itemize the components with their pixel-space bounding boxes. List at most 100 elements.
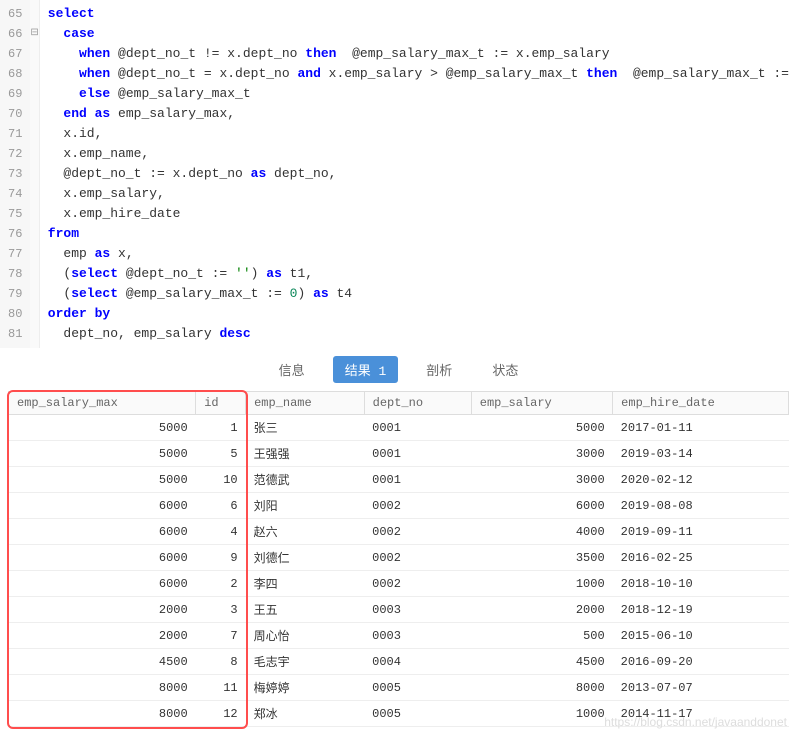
cell-emp_salary[interactable]: 3500 <box>471 545 612 571</box>
cell-emp_salary[interactable]: 3000 <box>471 467 612 493</box>
cell-emp_name[interactable]: 李四 <box>246 571 365 597</box>
cell-emp_name[interactable]: 周心怡 <box>246 623 365 649</box>
cell-dept_no[interactable]: 0003 <box>364 623 471 649</box>
fold-toggle[interactable]: ⊟ <box>30 24 38 44</box>
column-header-emp_hire_date[interactable]: emp_hire_date <box>613 392 789 415</box>
tab-状态[interactable]: 状态 <box>480 356 530 383</box>
cell-id[interactable]: 10 <box>196 467 246 493</box>
table-row[interactable]: 20007周心怡00035002015-06-10 <box>9 623 789 649</box>
cell-id[interactable]: 5 <box>196 441 246 467</box>
table-row[interactable]: 60004赵六000240002019-09-11 <box>9 519 789 545</box>
cell-emp_salary_max[interactable]: 8000 <box>9 675 196 701</box>
cell-dept_no[interactable]: 0001 <box>364 415 471 441</box>
cell-emp_salary_max[interactable]: 6000 <box>9 545 196 571</box>
code-line[interactable]: x.emp_salary, <box>40 184 797 204</box>
code-content[interactable]: select case when @dept_no_t != x.dept_no… <box>40 0 797 348</box>
cell-emp_salary[interactable]: 4500 <box>471 649 612 675</box>
cell-emp_salary[interactable]: 6000 <box>471 493 612 519</box>
cell-dept_no[interactable]: 0005 <box>364 675 471 701</box>
table-row[interactable]: 60006刘阳000260002019-08-08 <box>9 493 789 519</box>
cell-emp_hire_date[interactable]: 2016-09-20 <box>613 649 789 675</box>
cell-dept_no[interactable]: 0002 <box>364 493 471 519</box>
table-row[interactable]: 50005王强强000130002019-03-14 <box>9 441 789 467</box>
table-row[interactable]: 500010范德武000130002020-02-12 <box>9 467 789 493</box>
cell-dept_no[interactable]: 0005 <box>364 701 471 727</box>
cell-emp_salary[interactable]: 4000 <box>471 519 612 545</box>
code-line[interactable]: from <box>40 224 797 244</box>
cell-emp_name[interactable]: 梅婷婷 <box>246 675 365 701</box>
cell-dept_no[interactable]: 0003 <box>364 597 471 623</box>
cell-emp_hire_date[interactable]: 2019-09-11 <box>613 519 789 545</box>
table-row[interactable]: 60002李四000210002018-10-10 <box>9 571 789 597</box>
cell-id[interactable]: 1 <box>196 415 246 441</box>
cell-emp_name[interactable]: 刘德仁 <box>246 545 365 571</box>
column-header-emp_salary_max[interactable]: emp_salary_max <box>9 392 196 415</box>
table-row[interactable]: 800011梅婷婷000580002013-07-07 <box>9 675 789 701</box>
cell-dept_no[interactable]: 0001 <box>364 467 471 493</box>
tab-信息[interactable]: 信息 <box>267 356 317 383</box>
cell-id[interactable]: 12 <box>196 701 246 727</box>
cell-emp_salary_max[interactable]: 5000 <box>9 415 196 441</box>
cell-emp_name[interactable]: 毛志宇 <box>246 649 365 675</box>
cell-dept_no[interactable]: 0002 <box>364 545 471 571</box>
table-row[interactable]: 50001张三000150002017-01-11 <box>9 415 789 441</box>
code-line[interactable]: x.id, <box>40 124 797 144</box>
cell-emp_salary_max[interactable]: 8000 <box>9 701 196 727</box>
table-row[interactable]: 60009刘德仁000235002016-02-25 <box>9 545 789 571</box>
table-row[interactable]: 20003王五000320002018-12-19 <box>9 597 789 623</box>
code-line[interactable]: (select @dept_no_t := '') as t1, <box>40 264 797 284</box>
cell-emp_name[interactable]: 刘阳 <box>246 493 365 519</box>
cell-id[interactable]: 7 <box>196 623 246 649</box>
cell-emp_salary[interactable]: 500 <box>471 623 612 649</box>
cell-emp_salary_max[interactable]: 6000 <box>9 571 196 597</box>
cell-id[interactable]: 4 <box>196 519 246 545</box>
cell-emp_name[interactable]: 张三 <box>246 415 365 441</box>
fold-column[interactable]: ⊟ <box>30 0 39 348</box>
cell-emp_name[interactable]: 王五 <box>246 597 365 623</box>
cell-dept_no[interactable]: 0001 <box>364 441 471 467</box>
code-line[interactable]: when @dept_no_t = x.dept_no and x.emp_sa… <box>40 64 797 84</box>
cell-id[interactable]: 6 <box>196 493 246 519</box>
table-row[interactable]: 45008毛志宇000445002016-09-20 <box>9 649 789 675</box>
cell-id[interactable]: 3 <box>196 597 246 623</box>
cell-emp_name[interactable]: 王强强 <box>246 441 365 467</box>
cell-emp_salary[interactable]: 5000 <box>471 415 612 441</box>
cell-emp_name[interactable]: 赵六 <box>246 519 365 545</box>
cell-emp_name[interactable]: 范德武 <box>246 467 365 493</box>
code-editor[interactable]: 6566676869707172737475767778798081 ⊟ sel… <box>0 0 797 348</box>
cell-dept_no[interactable]: 0002 <box>364 571 471 597</box>
cell-emp_salary_max[interactable]: 6000 <box>9 493 196 519</box>
column-header-dept_no[interactable]: dept_no <box>364 392 471 415</box>
cell-emp_salary_max[interactable]: 2000 <box>9 623 196 649</box>
code-line[interactable]: emp as x, <box>40 244 797 264</box>
code-line[interactable]: end as emp_salary_max, <box>40 104 797 124</box>
cell-id[interactable]: 11 <box>196 675 246 701</box>
column-header-id[interactable]: id <box>196 392 246 415</box>
cell-emp_hire_date[interactable]: 2019-03-14 <box>613 441 789 467</box>
code-line[interactable]: @dept_no_t := x.dept_no as dept_no, <box>40 164 797 184</box>
code-line[interactable]: dept_no, emp_salary desc <box>40 324 797 344</box>
cell-emp_salary_max[interactable]: 4500 <box>9 649 196 675</box>
cell-emp_salary_max[interactable]: 6000 <box>9 519 196 545</box>
cell-emp_hire_date[interactable]: 2016-02-25 <box>613 545 789 571</box>
cell-emp_name[interactable]: 郑冰 <box>246 701 365 727</box>
cell-emp_hire_date[interactable]: 2018-10-10 <box>613 571 789 597</box>
cell-emp_hire_date[interactable]: 2018-12-19 <box>613 597 789 623</box>
tab-结果 1[interactable]: 结果 1 <box>333 356 399 383</box>
tab-剖析[interactable]: 剖析 <box>414 356 464 383</box>
cell-emp_hire_date[interactable]: 2015-06-10 <box>613 623 789 649</box>
code-line[interactable]: x.emp_name, <box>40 144 797 164</box>
code-line[interactable]: when @dept_no_t != x.dept_no then @emp_s… <box>40 44 797 64</box>
cell-emp_salary[interactable]: 8000 <box>471 675 612 701</box>
code-line[interactable]: else @emp_salary_max_t <box>40 84 797 104</box>
cell-emp_hire_date[interactable]: 2017-01-11 <box>613 415 789 441</box>
cell-dept_no[interactable]: 0002 <box>364 519 471 545</box>
column-header-emp_name[interactable]: emp_name <box>246 392 365 415</box>
cell-emp_salary_max[interactable]: 2000 <box>9 597 196 623</box>
cell-emp_salary_max[interactable]: 5000 <box>9 441 196 467</box>
cell-id[interactable]: 2 <box>196 571 246 597</box>
cell-id[interactable]: 8 <box>196 649 246 675</box>
cell-emp_hire_date[interactable]: 2019-08-08 <box>613 493 789 519</box>
cell-dept_no[interactable]: 0004 <box>364 649 471 675</box>
results-table[interactable]: emp_salary_maxidemp_namedept_noemp_salar… <box>8 391 789 727</box>
